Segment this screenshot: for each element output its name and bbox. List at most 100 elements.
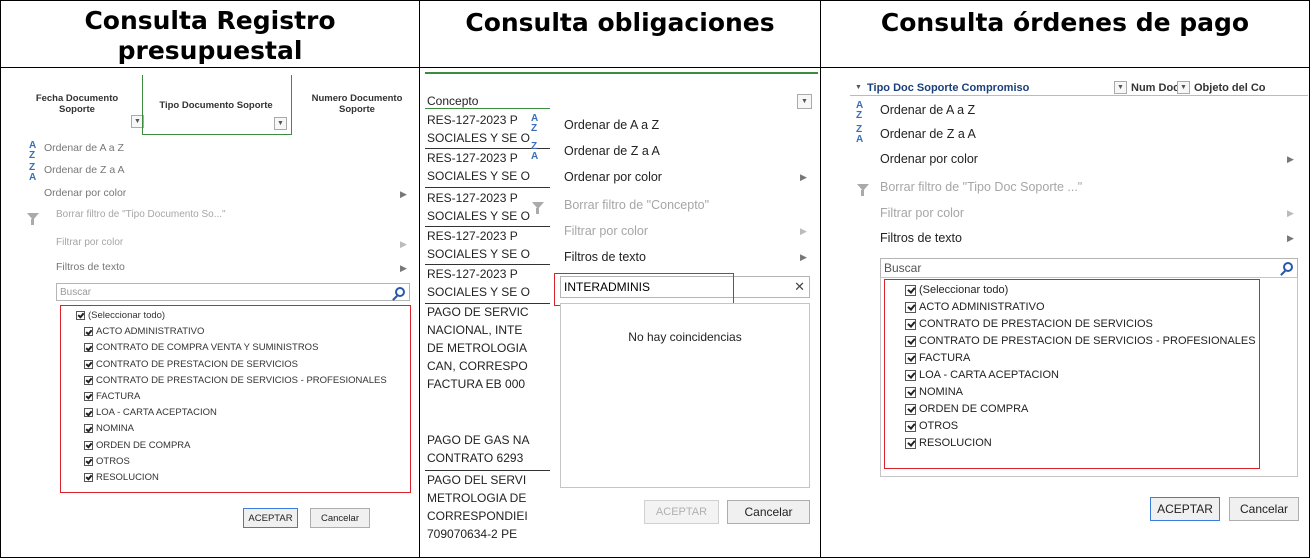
- table-cell: RES-127-2023 P: [427, 229, 518, 243]
- table-cell: 709070634-2 PE: [427, 527, 518, 541]
- table-cell: SOCIALES Y SE O: [427, 285, 530, 299]
- right-col-objeto-dropdown[interactable]: ▼: [1177, 81, 1190, 94]
- list-item-label: ACTO ADMINISTRATIVO: [919, 301, 1045, 313]
- list-item-label: CONTRATO DE PRESTACION DE SERVICIOS: [919, 318, 1153, 330]
- chevron-right-icon: ▶: [400, 189, 407, 199]
- left-sort-desc[interactable]: Ordenar de Z a A: [44, 164, 125, 176]
- checkbox-checked-icon[interactable]: [84, 359, 93, 369]
- search-icon: [1283, 262, 1293, 272]
- middle-col-concepto-dropdown[interactable]: ▼: [797, 94, 812, 109]
- checkbox-checked-icon[interactable]: [905, 403, 916, 415]
- cell-border: [425, 470, 550, 471]
- right-clear-filter[interactable]: Borrar filtro de "Tipo Doc Soporte ...": [880, 180, 1082, 194]
- checkbox-checked-icon[interactable]: [76, 311, 85, 320]
- list-item[interactable]: FACTURA: [84, 391, 140, 402]
- list-item[interactable]: ACTO ADMINISTRATIVO: [905, 301, 1045, 313]
- list-item-label: ACTO ADMINISTRATIVO: [96, 326, 205, 338]
- checkbox-checked-icon[interactable]: [84, 327, 93, 337]
- checkbox-checked-icon[interactable]: [84, 473, 93, 482]
- left-sort-asc[interactable]: Ordenar de A a Z: [44, 142, 124, 154]
- left-col-tipo: Tipo Documento Soporte: [159, 100, 273, 111]
- checkbox-checked-icon[interactable]: [905, 386, 916, 398]
- left-col-tipo-dropdown[interactable]: ▼: [274, 117, 287, 130]
- list-item[interactable]: LOA - CARTA ACEPTACION: [905, 369, 1059, 381]
- table-cell: NACIONAL, INTE: [427, 323, 523, 337]
- list-item[interactable]: OTROS: [84, 456, 130, 467]
- checkbox-checked-icon[interactable]: [84, 392, 93, 401]
- list-item[interactable]: CONTRATO DE COMPRA VENTA Y SUMINISTROS: [84, 342, 318, 353]
- checkbox-checked-icon[interactable]: [905, 369, 916, 381]
- list-item[interactable]: NOMINA: [905, 386, 963, 398]
- checkbox-checked-icon[interactable]: [905, 301, 916, 313]
- checkbox-checked-icon[interactable]: [84, 375, 93, 385]
- checkbox-checked-icon[interactable]: [905, 352, 916, 364]
- table-top-border: [0, 0, 1310, 1]
- list-item[interactable]: ORDEN DE COMPRA: [905, 403, 1028, 415]
- checkbox-checked-icon[interactable]: [905, 318, 916, 330]
- left-col-fecha: Fecha Documento Soporte: [35, 93, 119, 115]
- checkbox-checked-icon[interactable]: [905, 437, 916, 449]
- left-clear-filter[interactable]: Borrar filtro de "Tipo Documento So...": [56, 209, 226, 220]
- left-ok-button[interactable]: ACEPTAR: [243, 508, 298, 528]
- right-col-objeto: Objeto del Co: [1194, 82, 1266, 94]
- middle-ok-button[interactable]: ACEPTAR: [644, 500, 719, 524]
- table-cell: CORRESPONDIEI: [427, 509, 528, 523]
- right-text-filters[interactable]: Filtros de texto: [880, 231, 962, 245]
- list-item[interactable]: CONTRATO DE PRESTACION DE SERVICIOS: [905, 318, 1153, 330]
- middle-sort-color[interactable]: Ordenar por color: [564, 170, 662, 184]
- checkbox-checked-icon[interactable]: [84, 343, 93, 353]
- chevron-right-icon: ▶: [400, 263, 407, 273]
- list-item[interactable]: LOA - CARTA ACEPTACION: [84, 407, 217, 418]
- right-filter-color[interactable]: Filtrar por color: [880, 206, 964, 220]
- checkbox-checked-icon[interactable]: [84, 456, 93, 466]
- cell-border: [425, 108, 550, 109]
- select-all-checkbox[interactable]: (Seleccionar todo): [76, 310, 165, 321]
- select-all-checkbox[interactable]: (Seleccionar todo): [905, 284, 1008, 296]
- checkbox-checked-icon[interactable]: [84, 440, 93, 450]
- right-sort-desc[interactable]: Ordenar de Z a A: [880, 127, 976, 141]
- middle-filter-color[interactable]: Filtrar por color: [564, 224, 648, 238]
- checkbox-checked-icon[interactable]: [84, 424, 93, 434]
- table-col-divider-2: [820, 0, 821, 558]
- middle-value-list: No hay coincidencias: [560, 303, 810, 488]
- middle-sort-asc[interactable]: Ordenar de A a Z: [564, 118, 659, 132]
- left-text-filters[interactable]: Filtros de texto: [56, 261, 125, 273]
- right-sort-asc[interactable]: Ordenar de A a Z: [880, 103, 975, 117]
- right-ok-button[interactable]: ACEPTAR: [1150, 497, 1220, 521]
- checkbox-checked-icon[interactable]: [84, 408, 93, 418]
- right-cancel-button[interactable]: Cancelar: [1229, 497, 1299, 521]
- middle-sort-desc[interactable]: Ordenar de Z a A: [564, 144, 660, 158]
- middle-clear-filter[interactable]: Borrar filtro de "Concepto": [564, 198, 709, 212]
- checkbox-checked-icon[interactable]: [905, 335, 916, 347]
- list-item[interactable]: FACTURA: [905, 352, 970, 364]
- list-item[interactable]: RESOLUCION: [905, 437, 992, 449]
- left-filter-color[interactable]: Filtrar por color: [56, 237, 123, 248]
- list-item[interactable]: CONTRATO DE PRESTACION DE SERVICIOS: [84, 359, 298, 370]
- list-item[interactable]: ACTO ADMINISTRATIVO: [84, 326, 204, 337]
- list-item[interactable]: CONTRATO DE PRESTACION DE SERVICIOS - PR…: [905, 335, 1256, 347]
- middle-text-filters[interactable]: Filtros de texto: [564, 250, 646, 264]
- right-search-input[interactable]: Buscar: [880, 258, 1298, 278]
- table-cell: DE METROLOGIA: [427, 341, 528, 355]
- clear-search-icon[interactable]: ✕: [794, 279, 805, 295]
- left-cancel-button[interactable]: Cancelar: [310, 508, 370, 528]
- left-sort-color[interactable]: Ordenar por color: [44, 187, 126, 199]
- checkbox-checked-icon[interactable]: [905, 284, 916, 296]
- right-col-tipo-dropdown[interactable]: ▼: [853, 82, 864, 93]
- checkbox-checked-icon[interactable]: [905, 420, 916, 432]
- list-item[interactable]: NOMINA: [84, 423, 134, 434]
- sort-asc-icon: AZ: [856, 100, 864, 121]
- right-sort-color[interactable]: Ordenar por color: [880, 152, 978, 166]
- list-item[interactable]: CONTRATO DE PRESTACION DE SERVICIOS - PR…: [84, 375, 387, 386]
- right-col-numdoc-dropdown[interactable]: ▼: [1114, 81, 1127, 94]
- left-search-input[interactable]: Buscar: [56, 283, 410, 301]
- table-cell: SOCIALES Y SE O: [427, 247, 530, 261]
- list-item-label: NOMINA: [919, 386, 963, 398]
- chevron-right-icon: ▶: [800, 252, 807, 262]
- table-header-divider: [0, 67, 1310, 68]
- list-item[interactable]: OTROS: [905, 420, 958, 432]
- list-item[interactable]: ORDEN DE COMPRA: [84, 440, 190, 451]
- list-item[interactable]: RESOLUCION: [84, 472, 159, 483]
- list-item-label: CONTRATO DE COMPRA VENTA Y SUMINISTROS: [96, 342, 319, 354]
- middle-cancel-button[interactable]: Cancelar: [727, 500, 810, 524]
